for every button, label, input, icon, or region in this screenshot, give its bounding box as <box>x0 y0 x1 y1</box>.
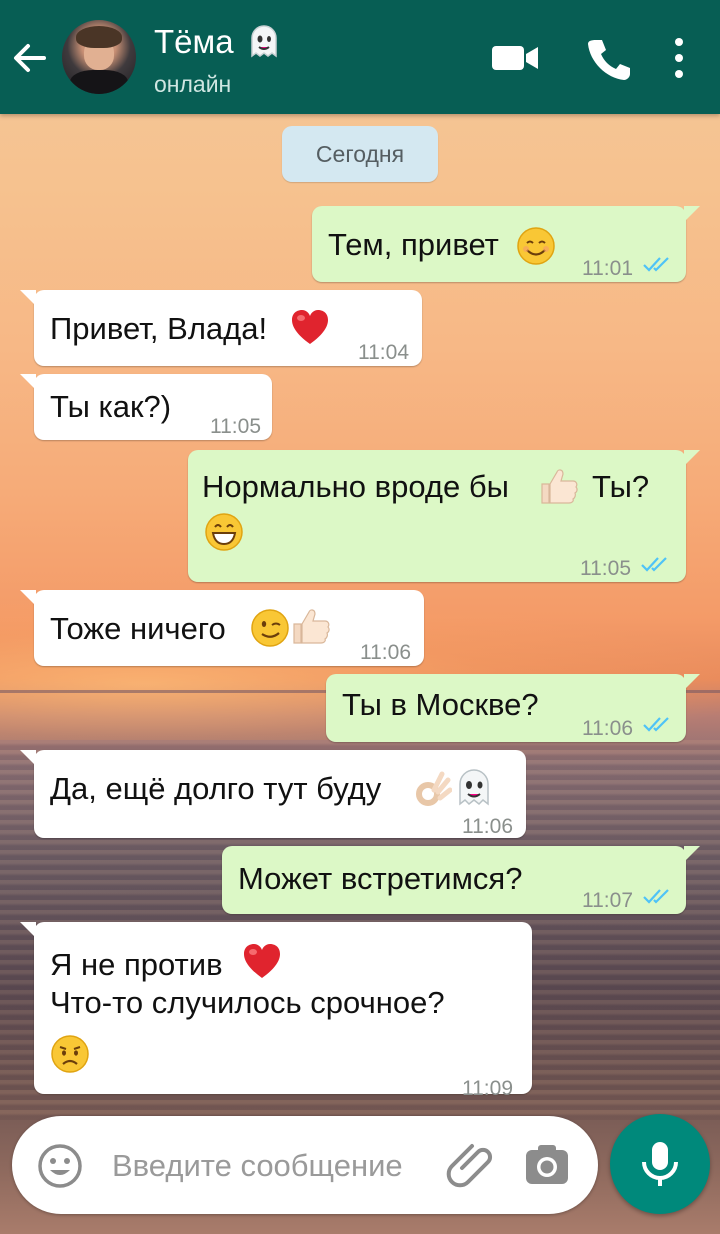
thumbs-up-icon <box>293 609 330 644</box>
message-time: 11:07 <box>582 889 633 912</box>
message-input[interactable] <box>112 1144 452 1188</box>
back-button[interactable] <box>10 38 50 78</box>
message-bubble[interactable]: Я не против Что-то случилось срочное? 11… <box>20 922 532 1100</box>
double-check-icon <box>643 889 669 904</box>
message-bubble[interactable]: Ты в Москве? 11:06 <box>326 674 700 742</box>
more-vertical-icon <box>675 38 683 78</box>
camera-icon <box>526 1145 568 1184</box>
microphone-icon <box>642 1142 678 1186</box>
smiling-emoji-icon <box>517 227 555 265</box>
message-bubble[interactable]: Может встретимся? 11:07 <box>222 846 700 914</box>
chat-header: Тёма онлайн <box>0 0 720 114</box>
camera-button[interactable] <box>522 1140 572 1190</box>
avatar-hair <box>76 26 122 48</box>
ghost-emoji-icon <box>459 769 489 806</box>
message-time: 11:09 <box>462 1077 513 1100</box>
emoji-button[interactable] <box>36 1142 84 1190</box>
message-time: 11:06 <box>462 815 513 838</box>
contact-name[interactable]: Тёма <box>154 22 234 62</box>
message-text-question: Ты? <box>592 469 650 504</box>
more-options-button[interactable] <box>668 36 690 80</box>
message-text: Ты как?) <box>50 389 172 424</box>
double-check-icon <box>641 557 667 572</box>
message-bubble[interactable]: Тоже ничего 11:06 <box>20 590 424 666</box>
paperclip-icon <box>446 1144 493 1188</box>
message-time: 11:05 <box>580 557 631 580</box>
video-camera-icon <box>492 46 538 70</box>
message-time: 11:04 <box>358 341 409 364</box>
avatar-shirt <box>70 70 128 94</box>
video-call-button[interactable] <box>490 38 542 78</box>
message-text: Может встретимся? <box>238 861 523 896</box>
message-bubble[interactable]: Да, ещё долго тут буду 11:06 <box>20 750 526 838</box>
double-check-icon <box>643 717 669 732</box>
message-time: 11:06 <box>360 641 411 664</box>
voice-call-button[interactable] <box>584 34 632 82</box>
message-time: 11:05 <box>210 415 261 438</box>
contact-status: онлайн <box>154 71 232 97</box>
message-text: Тоже ничего <box>50 611 226 646</box>
voice-record-button[interactable] <box>610 1114 710 1214</box>
message-bubble[interactable]: Ты как?) 11:05 <box>20 374 272 440</box>
message-text-second-line: Что-то случилось срочное? <box>50 985 445 1020</box>
ok-hand-icon <box>416 771 452 806</box>
smiley-icon <box>38 1144 82 1188</box>
message-time: 11:06 <box>582 717 633 740</box>
thumbs-up-icon <box>541 469 578 504</box>
ghost-emoji-icon <box>251 25 277 58</box>
contact-avatar[interactable] <box>62 20 136 94</box>
message-bubble[interactable]: Тем, привет 11:01 <box>312 206 700 282</box>
winking-emoji-icon <box>251 609 289 647</box>
attach-button[interactable] <box>444 1138 498 1192</box>
red-heart-icon <box>244 944 280 978</box>
message-text: Нормально вроде бы <box>202 469 509 504</box>
worried-emoji-icon <box>51 1035 89 1073</box>
message-bubble[interactable]: Привет, Влада! 11:04 <box>20 290 422 366</box>
double-check-icon <box>643 257 669 272</box>
message-text: Тем, привет <box>328 227 499 262</box>
message-text: Привет, Влада! <box>50 311 268 346</box>
date-separator: Сегодня <box>282 126 438 182</box>
red-heart-icon <box>292 310 328 344</box>
arrow-left-icon <box>14 44 46 72</box>
message-text: Ты в Москве? <box>342 687 539 722</box>
message-text: Я не против <box>50 947 223 982</box>
message-composer <box>12 1116 598 1214</box>
message-bubble[interactable]: Нормально вроде бы Ты? 11:05 <box>188 450 700 582</box>
message-text: Да, ещё долго тут буду <box>50 771 382 806</box>
grinning-emoji-icon <box>205 513 243 551</box>
phone-icon <box>588 40 630 80</box>
message-time: 11:01 <box>582 257 633 280</box>
